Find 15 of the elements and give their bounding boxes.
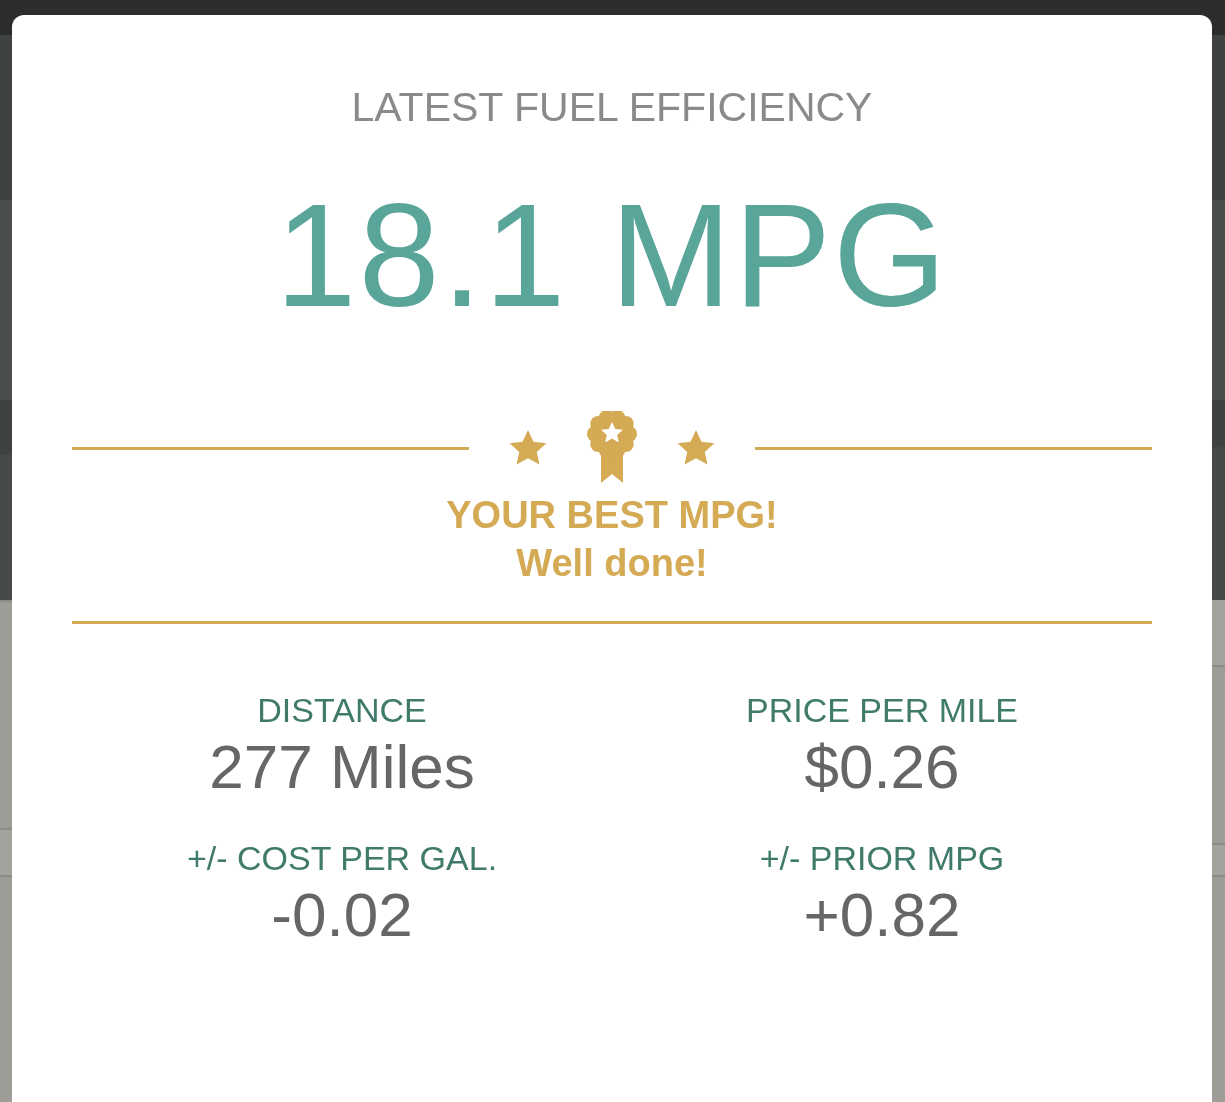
stat-label: +/- PRIOR MPG [759,838,1005,878]
stat-label: PRICE PER MILE [745,690,1019,730]
stat-value: -0.02 [271,879,413,951]
achievement-title: YOUR BEST MPG! [446,493,778,538]
mpg-reading: 18.1 MPG [275,181,949,331]
stat-label: +/- COST PER GAL. [186,838,498,878]
modal-title: LATEST FUEL EFFICIENCY [351,83,873,131]
stat-value: +0.82 [803,879,961,951]
star-icon [509,430,547,466]
stat-value: $0.26 [804,731,960,803]
stat-value: 277 Miles [209,731,475,803]
award-ribbon-icon [587,411,637,485]
star-icon [677,430,715,466]
stat-label: DISTANCE [257,690,427,730]
achievement-message: Well done! [516,541,708,586]
